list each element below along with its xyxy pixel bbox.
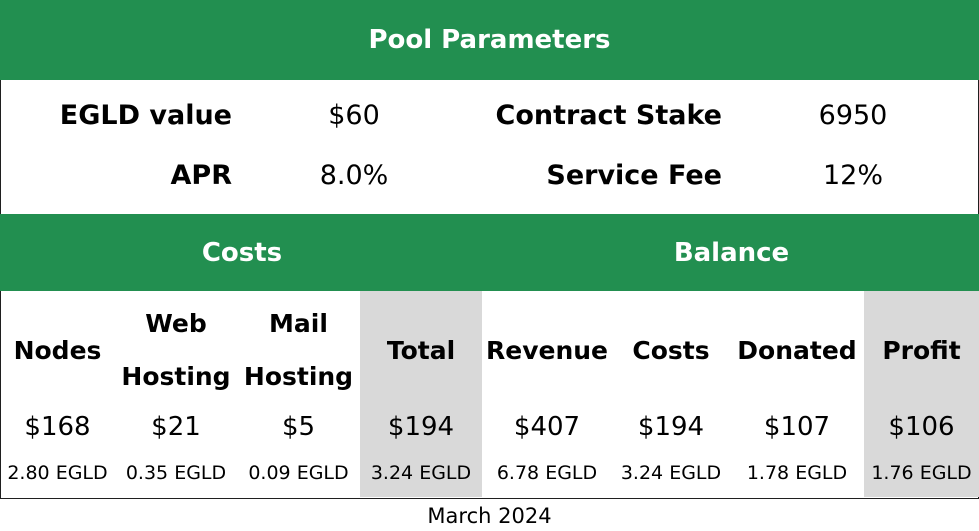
col-header-nodes: Nodes xyxy=(13,335,102,365)
apr-label: APR xyxy=(170,160,232,191)
nodes-egld: 2.80 EGLD xyxy=(7,462,108,484)
profit-egld: 1.76 EGLD xyxy=(871,462,972,484)
mail-hosting-egld: 0.09 EGLD xyxy=(248,462,349,484)
contract-stake-value: 6950 xyxy=(818,100,888,131)
apr-value: 8.0% xyxy=(319,160,389,191)
egld-value-label: EGLD value xyxy=(59,100,232,131)
col-header-profit: Profit xyxy=(882,335,961,365)
page-title: Pool Parameters xyxy=(368,25,611,55)
donated-usd: $107 xyxy=(763,412,831,442)
total-usd: $194 xyxy=(387,412,455,442)
col-header-web-hosting: Web Hosting xyxy=(121,309,231,391)
total-egld: 3.24 EGLD xyxy=(370,462,472,484)
col-header-mail-hosting: Mail Hosting xyxy=(243,309,354,391)
nodes-usd: $168 xyxy=(24,412,91,442)
web-hosting-usd: $21 xyxy=(151,412,201,442)
revenue-egld: 6.78 EGLD xyxy=(496,462,598,484)
service-fee-label: Service Fee xyxy=(546,160,722,191)
costs-usd: $194 xyxy=(637,412,705,442)
profit-usd: $106 xyxy=(888,412,955,442)
title-bar: Pool Parameters xyxy=(0,0,979,80)
col-header-total: Total xyxy=(386,335,456,365)
donated-egld: 1.78 EGLD xyxy=(746,462,848,484)
section-balance: Balance xyxy=(673,237,790,268)
col-header-donated: Donated xyxy=(737,335,857,365)
col-header-costs: Costs xyxy=(632,335,710,365)
section-bar: Costs Balance xyxy=(0,214,979,291)
costs-egld: 3.24 EGLD xyxy=(620,462,722,484)
web-hosting-egld: 0.35 EGLD xyxy=(125,462,227,484)
contract-stake-label: Contract Stake xyxy=(495,100,722,131)
egld-value: $60 xyxy=(328,100,380,131)
section-costs: Costs xyxy=(201,237,283,268)
service-fee-value: 12% xyxy=(822,160,883,191)
col-header-revenue: Revenue xyxy=(485,335,608,365)
footer-period: March 2024 xyxy=(427,503,552,528)
mail-hosting-usd: $5 xyxy=(281,412,316,442)
revenue-usd: $407 xyxy=(513,412,581,442)
